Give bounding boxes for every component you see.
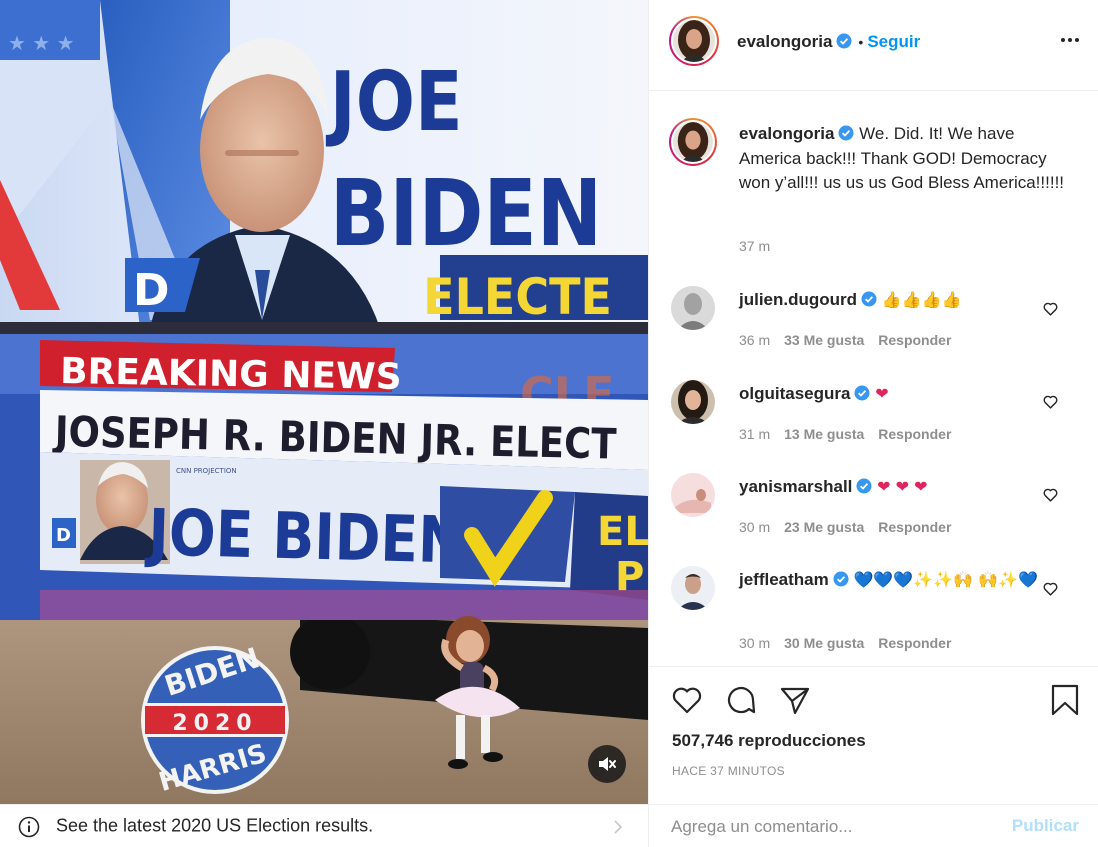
comment-username[interactable]: jeffleatham xyxy=(739,570,829,589)
more-options-icon[interactable] xyxy=(1061,38,1079,42)
comment-time[interactable]: 30 m xyxy=(739,635,770,651)
comment-time[interactable]: 31 m xyxy=(739,426,770,442)
publish-button[interactable]: Publicar xyxy=(1012,816,1079,836)
verified-badge-icon xyxy=(836,33,852,49)
tv-banner-name: JOE BIDEN xyxy=(144,496,465,578)
comment-username[interactable]: olguitasegura xyxy=(739,384,850,403)
comment-icon[interactable] xyxy=(724,683,758,717)
avatar[interactable] xyxy=(669,16,719,66)
verified-badge-icon xyxy=(838,125,854,141)
sticker-year: 2020 xyxy=(172,711,257,736)
like-comment-heart-icon[interactable] xyxy=(1042,393,1059,410)
comment-username[interactable]: yanismarshall xyxy=(739,477,852,496)
comment-form: Publicar xyxy=(649,804,1098,847)
caption-time[interactable]: 37 m xyxy=(739,238,770,254)
reply-button[interactable]: Responder xyxy=(878,519,951,535)
reply-button[interactable]: Responder xyxy=(878,635,951,651)
verified-badge-icon xyxy=(833,571,849,587)
comment-text: ❤ ❤ ❤ xyxy=(877,477,928,496)
tv-elected: ELECTE xyxy=(423,268,612,326)
comment-meta: 36 m 33 Me gusta Responder xyxy=(739,332,965,348)
comment-meta: 30 m 23 Me gusta Responder xyxy=(739,519,965,535)
comment-text: 👍👍👍👍 xyxy=(881,290,962,309)
bookmark-icon[interactable] xyxy=(1048,683,1082,717)
heart-icon[interactable] xyxy=(670,683,704,717)
post-caption: evalongoria We. Did. It! We have America… xyxy=(739,122,1069,196)
like-comment-heart-icon[interactable] xyxy=(1042,300,1059,317)
chevron-right-icon xyxy=(614,820,623,834)
follow-button[interactable]: Seguir xyxy=(867,32,920,51)
verified-badge-icon xyxy=(861,291,877,307)
like-comment-heart-icon[interactable] xyxy=(1042,580,1059,597)
tv-name-last: BIDEN xyxy=(330,161,602,268)
comment-likes[interactable]: 33 Me gusta xyxy=(784,332,864,348)
tv-banner-side: EL xyxy=(597,509,648,555)
svg-text:★ ★ ★: ★ ★ ★ xyxy=(8,31,75,55)
mute-icon xyxy=(599,757,616,771)
post-side-panel: evalongoria • Seguir evalongoria We. Did. … xyxy=(648,0,1098,847)
header-username[interactable]: evalongoria xyxy=(737,32,832,51)
post-actions: 507,746 reproducciones HACE 37 MINUTOS xyxy=(649,666,1098,803)
header-separator: • xyxy=(858,34,864,50)
comment-meta: 30 m 30 Me gusta Responder xyxy=(739,635,965,651)
post-video[interactable]: ★ ★ ★ JOE BIDEN D ELECTE CLE BREAKING NE… xyxy=(0,0,648,804)
comment-username[interactable]: julien.dugourd xyxy=(739,290,857,309)
comment-input[interactable] xyxy=(671,815,1001,839)
avatar[interactable] xyxy=(671,566,715,610)
caption-avatar[interactable] xyxy=(669,118,717,166)
mute-button[interactable] xyxy=(588,745,626,783)
like-comment-heart-icon[interactable] xyxy=(1042,486,1059,503)
share-icon[interactable] xyxy=(778,683,812,717)
comment-likes[interactable]: 30 Me gusta xyxy=(784,635,864,651)
election-info-text: See the latest 2020 US Election results. xyxy=(56,815,374,836)
post-header: evalongoria • Seguir xyxy=(649,0,1098,91)
tv-banner-small: CNN PROJECTION xyxy=(176,467,237,475)
comment-text: 💙💙💙✨✨🙌 🙌✨💙 xyxy=(853,570,1038,589)
comment-likes[interactable]: 23 Me gusta xyxy=(784,519,864,535)
comment-meta: 31 m 13 Me gusta Responder xyxy=(739,426,965,442)
comment-time[interactable]: 36 m xyxy=(739,332,770,348)
tv-breaking: BREAKING NEWS xyxy=(60,351,402,398)
comment-text: ❤ xyxy=(875,384,889,403)
avatar[interactable] xyxy=(671,380,715,424)
reply-button[interactable]: Responder xyxy=(878,332,951,348)
avatar[interactable] xyxy=(671,286,715,330)
tv-party: D xyxy=(133,265,170,316)
verified-badge-icon xyxy=(854,385,870,401)
verified-badge-icon xyxy=(856,478,872,494)
election-info-bar[interactable]: See the latest 2020 US Election results. xyxy=(0,804,648,847)
caption-username[interactable]: evalongoria xyxy=(739,124,834,143)
comment-time[interactable]: 30 m xyxy=(739,519,770,535)
tv-name-first: JOE xyxy=(325,53,462,149)
avatar[interactable] xyxy=(671,473,715,517)
comment-likes[interactable]: 13 Me gusta xyxy=(784,426,864,442)
post-timestamp[interactable]: HACE 37 MINUTOS xyxy=(672,764,785,778)
tv-banner-party: D xyxy=(56,525,71,546)
reply-button[interactable]: Responder xyxy=(878,426,951,442)
view-count[interactable]: 507,746 reproducciones xyxy=(672,731,866,751)
info-icon xyxy=(18,816,40,838)
